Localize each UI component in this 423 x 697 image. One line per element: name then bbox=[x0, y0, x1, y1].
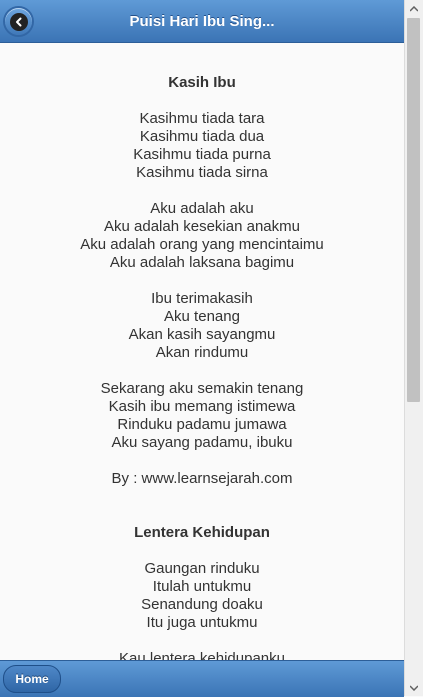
poem-line: Kau lentera kehidupanku bbox=[119, 650, 285, 660]
page-title: Puisi Hari Ibu Sing... bbox=[129, 13, 275, 30]
footer-bar: Home bbox=[0, 660, 404, 697]
poem-line: Kasihmu tiada tara bbox=[139, 110, 265, 127]
poem-line: Sekarang aku semakin tenang bbox=[100, 380, 304, 397]
poem-stanza: Aku adalah aku Aku adalah kesekian anakm… bbox=[0, 200, 404, 272]
poem-byline: By : www.learnsejarah.com bbox=[111, 470, 293, 487]
poem-line: Akan rindumu bbox=[155, 344, 249, 361]
header-bar: Puisi Hari Ibu Sing... bbox=[0, 0, 404, 43]
poem-stanza: Ibu terimakasih Aku tenang Akan kasih sa… bbox=[0, 290, 404, 362]
scrollbar-thumb[interactable] bbox=[407, 18, 420, 402]
poem-line: Aku tenang bbox=[164, 308, 240, 325]
poem-line: Aku adalah laksana bagimu bbox=[109, 254, 295, 271]
poem-line: Aku adalah kesekian anakmu bbox=[104, 218, 300, 235]
poem-line: Aku sayang padamu, ibuku bbox=[111, 434, 293, 451]
back-arrow-icon bbox=[9, 12, 28, 31]
poem-content: Kasih Ibu Kasihmu tiada tara Kasihmu tia… bbox=[0, 44, 404, 660]
poem-line: Kasihmu tiada sirna bbox=[136, 164, 268, 181]
poem-line: Kasih ibu memang istimewa bbox=[108, 398, 296, 415]
poem-line: Akan kasih sayangmu bbox=[128, 326, 276, 343]
scroll-up-icon[interactable] bbox=[405, 0, 423, 17]
poem-title: Lentera Kehidupan bbox=[134, 524, 270, 541]
poem-line: Aku adalah orang yang mencintaimu bbox=[80, 236, 324, 253]
poem-stanza: Sekarang aku semakin tenang Kasih ibu me… bbox=[0, 380, 404, 452]
poem-line: Rinduku padamu jumawa bbox=[117, 416, 287, 433]
poem-line: Kasihmu tiada dua bbox=[139, 128, 265, 145]
vertical-scrollbar[interactable] bbox=[404, 0, 423, 696]
poem-line: Ibu terimakasih bbox=[151, 290, 253, 307]
poem-line: Kasihmu tiada purna bbox=[133, 146, 271, 163]
home-button[interactable]: Home bbox=[3, 665, 61, 693]
poem-line: Gaungan rinduku bbox=[144, 560, 260, 577]
poem-stanza: Kau lentera kehidupanku bbox=[0, 650, 404, 660]
poem-line: Itu juga untukmu bbox=[146, 614, 258, 631]
poem-line: Itulah untukmu bbox=[152, 578, 252, 595]
poem-stanza: Gaungan rinduku Itulah untukmu Senandung… bbox=[0, 560, 404, 632]
back-button[interactable] bbox=[5, 8, 32, 35]
poem-line: Aku adalah aku bbox=[150, 200, 254, 217]
poem-title: Kasih Ibu bbox=[168, 74, 236, 91]
scroll-down-icon[interactable] bbox=[405, 679, 423, 696]
poem-line: Senandung doaku bbox=[141, 596, 263, 613]
poem-stanza: Kasihmu tiada tara Kasihmu tiada dua Kas… bbox=[0, 110, 404, 182]
